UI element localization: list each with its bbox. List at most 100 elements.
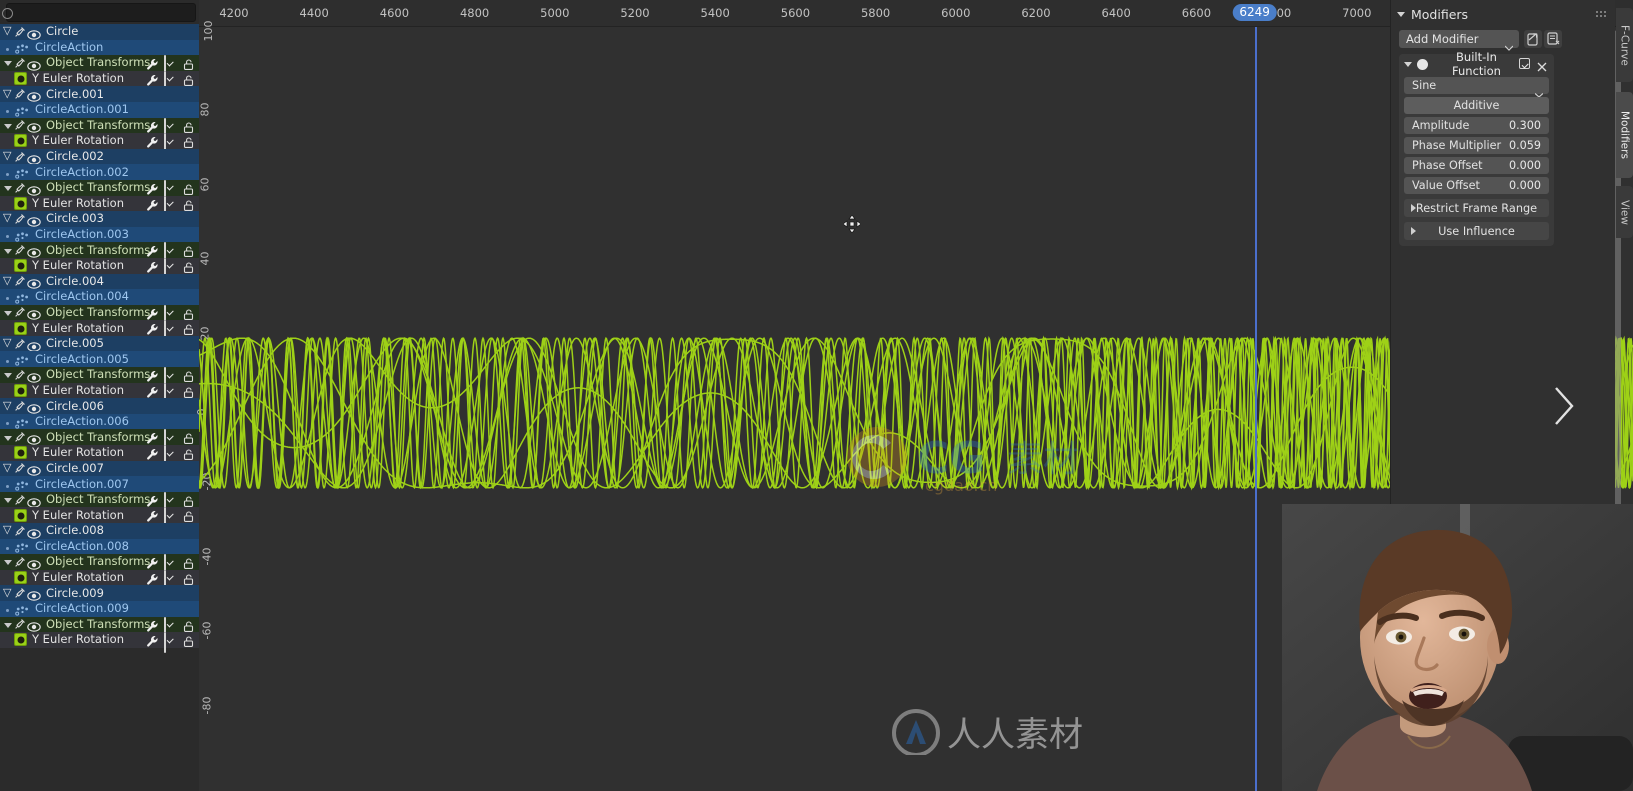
eye-icon[interactable] [27,151,41,165]
sidebar-tab-f-curve[interactable]: F-Curve [1616,8,1633,82]
eye-icon[interactable] [27,244,41,258]
modifier-wrench-icon[interactable] [146,555,159,569]
close-icon[interactable] [1536,58,1548,72]
triangle-down-icon[interactable] [3,182,13,193]
eye-icon[interactable] [27,618,41,633]
fcurve-color-icon[interactable] [14,321,27,335]
lock-icon[interactable] [182,306,195,320]
channel-row-group[interactable]: Object Transforms [0,304,199,326]
channel-row-fcurve[interactable]: Y Euler Rotation [0,195,199,217]
modifier-wrench-icon[interactable] [146,306,159,320]
channel-row-action[interactable]: CircleAction.001 [0,101,199,118]
channel-row-action[interactable]: CircleAction.005 [0,351,199,368]
modifier-expand-triangle-icon[interactable] [1403,59,1413,69]
eye-icon[interactable] [27,119,41,134]
eye-icon[interactable] [27,182,41,196]
modifier-wrench-icon[interactable] [146,508,159,522]
channel-row-action[interactable]: CircleAction.004 [0,289,199,305]
modifier-wrench-icon[interactable] [146,134,159,148]
fcurve-color-icon[interactable] [14,196,27,210]
channel-row-action[interactable]: CircleAction [0,39,199,56]
channel-enable-checkbox[interactable] [164,569,177,591]
channel-row-fcurve[interactable]: Y Euler Rotation [0,320,199,342]
eye-icon[interactable] [27,213,41,227]
pin-icon[interactable] [14,119,26,131]
triangle-down-icon[interactable] [3,494,13,505]
lock-icon[interactable] [182,368,195,383]
triangle-down-icon[interactable] [3,57,13,68]
lock-icon[interactable] [182,134,195,149]
channel-enable-checkbox[interactable] [164,55,177,77]
pin-icon[interactable] [14,182,26,194]
channel-enable-checkbox[interactable] [164,179,177,201]
modifier-wrench-icon[interactable] [146,56,159,70]
channel-enable-checkbox[interactable] [164,257,177,279]
channel-row-group[interactable]: Object Transforms [0,554,199,576]
lock-icon[interactable] [182,72,195,86]
channel-row-fcurve[interactable]: Y Euler Rotation [0,507,199,529]
channel-row-action[interactable]: CircleAction.003 [0,226,199,243]
channel-enable-checkbox[interactable] [164,304,177,326]
triangle-down-icon[interactable] [3,619,13,630]
channel-enable-checkbox[interactable] [164,367,177,389]
modifier-wrench-icon[interactable] [146,72,159,86]
channel-enable-checkbox[interactable] [164,507,177,529]
eye-icon[interactable] [27,525,41,539]
modifier-section-toggle[interactable]: Restrict Frame Range [1404,199,1549,217]
pin-icon[interactable] [14,306,26,318]
channel-enable-checkbox[interactable] [164,554,177,576]
eye-icon[interactable] [27,556,41,570]
chevron-right-icon[interactable] [1551,385,1577,427]
pin-icon[interactable] [14,26,26,38]
fcurve-color-icon[interactable] [14,72,27,86]
sidebar-tab-view[interactable]: View [1616,186,1633,238]
lock-icon[interactable] [182,181,195,195]
channel-enable-checkbox[interactable] [164,133,177,155]
lock-icon[interactable] [182,259,195,273]
modifier-wrench-icon[interactable] [146,446,159,460]
playhead-frame-badge[interactable]: 6249 [1232,4,1277,21]
eye-icon[interactable] [27,400,41,414]
modifier-number-field[interactable]: Amplitude 0.300 [1404,117,1549,134]
triangle-down-outline-icon[interactable] [3,149,13,163]
eye-icon[interactable] [27,338,41,352]
eye-icon[interactable] [27,369,41,383]
pin-icon[interactable] [14,369,26,381]
channel-enable-checkbox[interactable] [164,382,177,404]
triangle-down-outline-icon[interactable] [3,586,13,600]
channel-row-group[interactable]: Object Transforms [0,616,199,638]
lock-icon[interactable] [182,243,195,258]
channel-row-obj[interactable]: Circle.001 [0,86,199,102]
eye-icon[interactable] [27,275,41,290]
channel-enable-checkbox[interactable] [164,242,177,264]
triangle-down-icon[interactable] [3,556,13,567]
fcurve-color-icon[interactable] [14,259,27,273]
channel-enable-checkbox[interactable] [164,117,177,139]
channel-row-group[interactable]: Object Transforms [0,429,199,451]
lock-icon[interactable] [182,384,195,398]
channel-row-fcurve[interactable]: Y Euler Rotation [0,445,199,467]
channel-enable-checkbox[interactable] [164,429,177,451]
modifier-enabled-checkbox[interactable] [1519,57,1532,71]
channel-row-group[interactable]: Object Transforms [0,55,199,77]
eye-icon[interactable] [27,57,41,71]
eye-icon[interactable] [27,462,41,477]
lock-icon[interactable] [182,508,195,523]
channel-row-group[interactable]: Object Transforms [0,491,199,513]
triangle-down-icon[interactable] [3,120,13,131]
pin-icon[interactable] [14,494,26,506]
fcurve-color-icon[interactable] [14,383,27,397]
channel-row-fcurve[interactable]: Y Euler Rotation [0,133,199,155]
triangle-down-outline-icon[interactable] [3,461,13,475]
eye-icon[interactable] [27,431,41,445]
channel-enable-checkbox[interactable] [164,491,177,513]
channel-row-fcurve[interactable]: Y Euler Rotation [0,632,199,654]
fcurve-color-icon[interactable] [14,446,27,460]
channel-row-group[interactable]: Object Transforms [0,367,199,389]
triangle-down-outline-icon[interactable] [3,24,13,38]
modifier-blend-mode-button[interactable]: Additive [1404,97,1549,114]
fcurve-color-icon[interactable] [14,571,27,585]
modifier-wrench-icon[interactable] [146,493,159,507]
modifier-wrench-icon[interactable] [146,633,159,647]
channel-enable-checkbox[interactable] [164,445,177,467]
